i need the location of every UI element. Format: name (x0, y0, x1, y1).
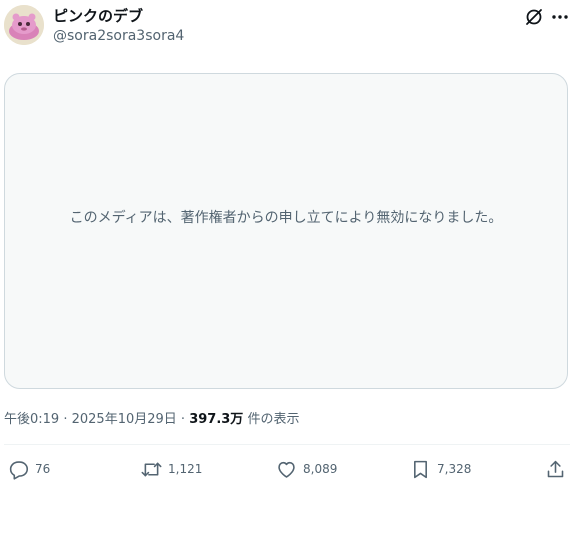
views-count: 397.3万 (189, 412, 244, 427)
retweet-icon (141, 462, 162, 476)
grok-icon[interactable] (523, 6, 545, 28)
views-label: 件の表示 (243, 412, 300, 427)
divider (4, 444, 570, 445)
retweet-button[interactable]: 1,121 (141, 458, 202, 480)
avatar[interactable] (4, 5, 44, 45)
heart-icon (278, 461, 295, 478)
meta-separator: · (176, 412, 190, 427)
reply-icon (9, 460, 29, 480)
reply-count: 76 (35, 462, 51, 476)
media-unavailable-message: このメディアは、著作権者からの申し立てにより無効になりました。 (69, 210, 503, 226)
bookmark-button[interactable]: 7,328 (410, 458, 471, 480)
share-icon (547, 460, 564, 477)
meta-separator: · (59, 412, 72, 427)
tweet-time[interactable]: 午後0:19 (4, 412, 59, 427)
like-button[interactable]: 8,089 (276, 458, 337, 480)
pink-character-avatar-icon (4, 5, 44, 45)
like-count: 8,089 (303, 462, 338, 476)
reply-button[interactable]: 76 (8, 458, 50, 480)
author-display-name[interactable]: ピンクのデブ (53, 6, 143, 26)
media-unavailable-box: このメディアは、著作権者からの申し立てにより無効になりました。 (4, 73, 568, 389)
retweet-count: 1,121 (168, 462, 203, 476)
more-icon[interactable] (549, 6, 571, 28)
share-button[interactable] (545, 458, 566, 480)
tweet-date[interactable]: 2025年10月29日 (72, 412, 177, 427)
tweet-meta: 午後0:19 · 2025年10月29日 · 397.3万 件の表示 (4, 410, 299, 430)
bookmark-icon (414, 460, 427, 478)
author-handle[interactable]: @sora2sora3sora4 (53, 27, 184, 45)
bookmark-count: 7,328 (437, 462, 472, 476)
